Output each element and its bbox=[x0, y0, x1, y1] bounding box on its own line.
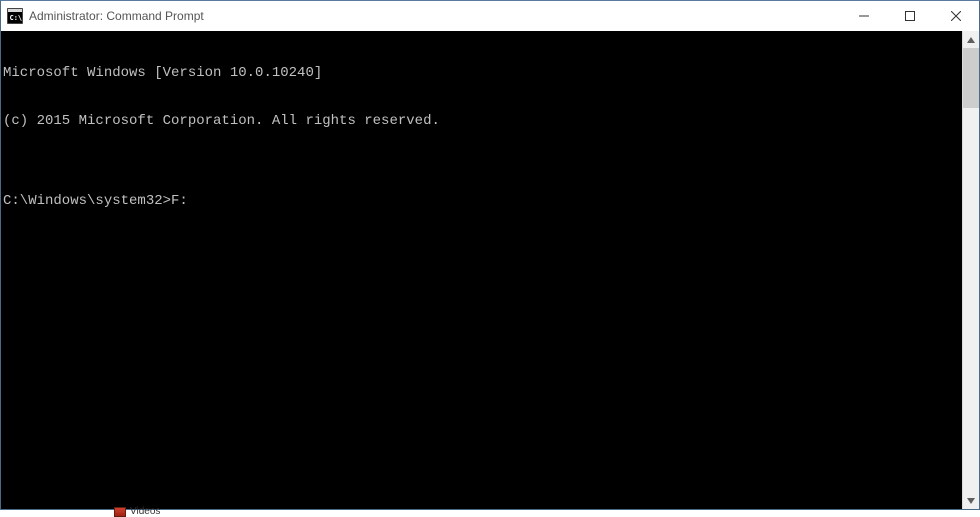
scroll-track[interactable] bbox=[963, 48, 979, 492]
terminal-area: Microsoft Windows [Version 10.0.10240] (… bbox=[1, 31, 979, 509]
scroll-down-arrow-icon[interactable] bbox=[963, 492, 979, 509]
cmd-icon: C:\ bbox=[7, 8, 23, 24]
scroll-thumb[interactable] bbox=[963, 48, 979, 108]
close-button[interactable] bbox=[933, 1, 979, 31]
background-remnant: Videos bbox=[114, 506, 160, 517]
terminal-prompt: C:\Windows\system32>F: bbox=[3, 193, 962, 209]
titlebar[interactable]: C:\ Administrator: Command Prompt bbox=[1, 1, 979, 31]
window-title: Administrator: Command Prompt bbox=[29, 9, 841, 23]
minimize-button[interactable] bbox=[841, 1, 887, 31]
svg-text:C:\: C:\ bbox=[10, 14, 23, 22]
window-controls bbox=[841, 1, 979, 31]
terminal-line: Microsoft Windows [Version 10.0.10240] bbox=[3, 65, 962, 81]
terminal-line: (c) 2015 Microsoft Corporation. All righ… bbox=[3, 113, 962, 129]
remnant-label: Videos bbox=[130, 506, 160, 517]
scroll-up-arrow-icon[interactable] bbox=[963, 31, 979, 48]
command-prompt-window: C:\ Administrator: Command Prompt Micros… bbox=[0, 0, 980, 510]
vertical-scrollbar[interactable] bbox=[962, 31, 979, 509]
maximize-button[interactable] bbox=[887, 1, 933, 31]
videos-folder-icon bbox=[114, 507, 126, 517]
terminal-output[interactable]: Microsoft Windows [Version 10.0.10240] (… bbox=[1, 31, 962, 509]
